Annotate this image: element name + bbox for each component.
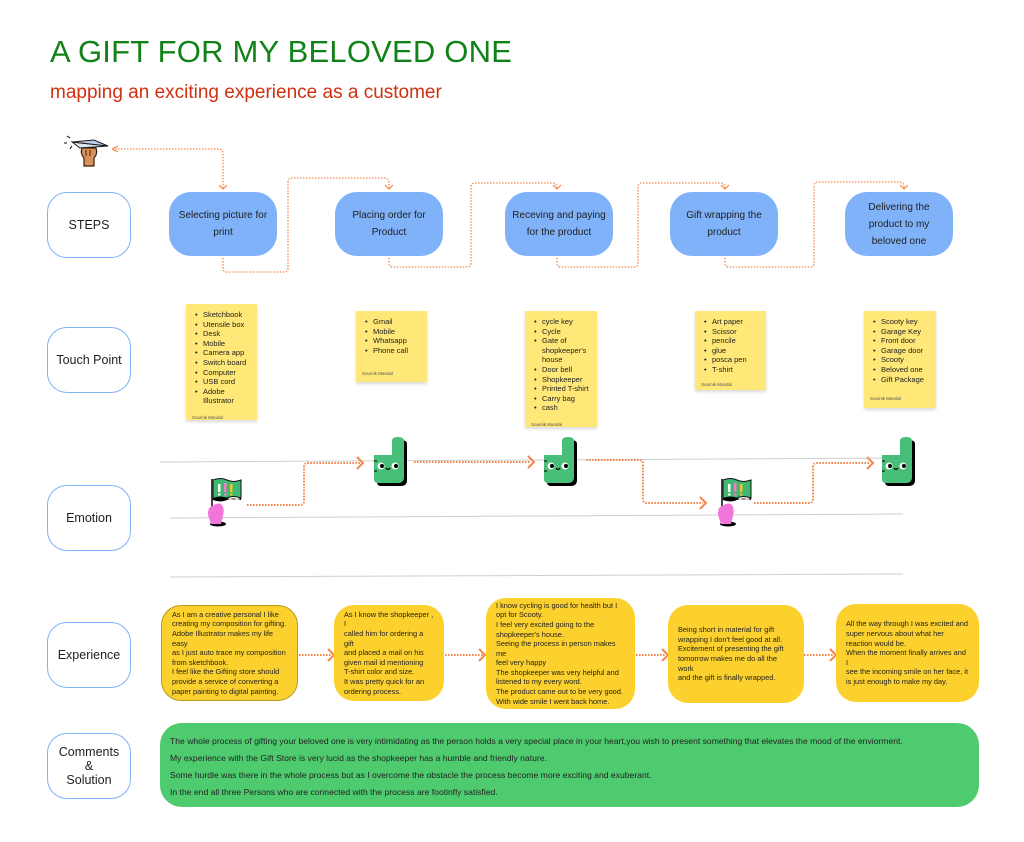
list-item: posca pen xyxy=(701,355,760,365)
comment-line: In the end all three Persons who are con… xyxy=(170,787,498,797)
touch-point-list: Sketchbook Utensile box Desk Mobile Came… xyxy=(192,310,251,406)
list-item: Scissor xyxy=(701,327,760,337)
list-item: Art paper xyxy=(701,317,760,327)
list-item: Beloved one xyxy=(870,365,930,375)
step-card[interactable]: Placing order for Product xyxy=(335,192,443,256)
touch-point-note[interactable]: cycle key Cycle Gate of shopkeeper's hou… xyxy=(525,311,597,427)
touch-point-list: cycle key Cycle Gate of shopkeeper's hou… xyxy=(531,317,591,413)
experience-card[interactable]: As I am a creative personal I like creat… xyxy=(161,605,298,701)
experience-card[interactable]: I know cycling is good for health but I … xyxy=(486,598,635,709)
connector-layer xyxy=(111,145,909,662)
thumbs-up-icon xyxy=(544,437,577,486)
comments-solution-panel: The whole process of gifting your belove… xyxy=(160,723,979,807)
paper-plane-hand-icon xyxy=(64,135,109,167)
list-item: Garage Key xyxy=(870,327,930,337)
list-item: cash xyxy=(531,403,591,413)
note-author: Soumik Mandal xyxy=(531,421,563,427)
touch-point-note[interactable]: Gmail Mobile Whatsapp Phone call Soumik … xyxy=(356,311,427,382)
comment-line: Some hurdle was there in the whole proce… xyxy=(170,770,652,780)
touch-point-list: Gmail Mobile Whatsapp Phone call xyxy=(362,317,421,355)
thumbs-up-icon xyxy=(374,437,407,486)
list-item: Switch board xyxy=(192,358,251,368)
emotion-connector-1-2 xyxy=(247,462,360,506)
step-card[interactable]: Gift wrapping the product xyxy=(670,192,778,256)
touch-point-list: Art paper Scissor pencile glue posca pen… xyxy=(701,317,760,375)
list-item: Desk xyxy=(192,329,251,339)
list-item: Scooty key xyxy=(870,317,930,327)
comment-line: My experience with the Gift Store is ver… xyxy=(170,753,547,763)
connector-start xyxy=(112,148,224,188)
row-label-steps: STEPS xyxy=(47,192,131,258)
list-item: Whatsapp xyxy=(362,336,421,346)
arrowhead-step1 xyxy=(218,184,228,190)
list-item: Mobile xyxy=(362,327,421,337)
note-author: Soumik Mandal xyxy=(192,414,224,420)
list-item: Mobile xyxy=(192,339,251,349)
touch-point-note[interactable]: Scooty key Garage Key Front door Garage … xyxy=(864,311,936,408)
list-item: Computer xyxy=(192,368,251,378)
emotion-line-low xyxy=(169,573,904,578)
list-item: Door bell xyxy=(531,365,591,375)
emotion-connector-3-4 xyxy=(586,459,703,504)
list-item: Camera app xyxy=(192,348,251,358)
list-item: Gate of shopkeeper's house xyxy=(531,336,591,365)
row-label-touch-point: Touch Point xyxy=(47,327,131,393)
list-item: Gift Package xyxy=(870,375,930,385)
list-item: Front door xyxy=(870,336,930,346)
list-item: cycle key xyxy=(531,317,591,327)
experience-card[interactable]: As I know the shopkeeper , I called him … xyxy=(334,605,444,701)
row-label-comments-solution: Comments & Solution xyxy=(47,733,131,799)
touch-point-list: Scooty key Garage Key Front door Garage … xyxy=(870,317,930,384)
step-card[interactable]: Delivering the product to my beloved one xyxy=(845,192,953,256)
emotion-line-mid xyxy=(169,513,904,519)
list-item: Gmail xyxy=(362,317,421,327)
row-label-experience: Experience xyxy=(47,622,131,688)
flag-hand-icon xyxy=(208,478,242,527)
experience-card[interactable]: Being short in material for gift wrappin… xyxy=(668,605,804,703)
note-author: Soumik Mandal xyxy=(870,396,902,402)
emotion-arrow-2 xyxy=(356,456,365,470)
list-item: USB cord xyxy=(192,377,251,387)
experience-card[interactable]: All the way through I was excited and su… xyxy=(836,604,979,702)
row-label-emotion: Emotion xyxy=(47,485,131,551)
list-item: T-shirt xyxy=(701,365,760,375)
note-author: Soumik Mandal xyxy=(701,381,733,387)
list-item: Scooty xyxy=(870,355,930,365)
list-item: Garage door xyxy=(870,346,930,356)
list-item: Cycle xyxy=(531,327,591,337)
touch-point-note[interactable]: Art paper Scissor pencile glue posca pen… xyxy=(695,311,766,390)
list-item: Adobe Illustrator xyxy=(192,387,251,406)
thumbs-up-icon xyxy=(882,437,915,486)
step-card[interactable]: Receving and paying for the product xyxy=(505,192,613,256)
flag-hand-icon xyxy=(718,478,752,527)
emotion-connector-4-5 xyxy=(754,462,870,504)
touch-point-note[interactable]: Sketchbook Utensile box Desk Mobile Came… xyxy=(186,304,257,420)
note-author: Soumik Mandal xyxy=(362,371,394,377)
step-card[interactable]: Selecting picture for print xyxy=(169,192,277,256)
list-item: Carry bag xyxy=(531,394,591,404)
comment-line: The whole process of gifting your belove… xyxy=(170,736,903,746)
list-item: Utensile box xyxy=(192,320,251,330)
list-item: Shopkeeper xyxy=(531,375,591,385)
list-item: Printed T-shirt xyxy=(531,384,591,394)
list-item: Phone call xyxy=(362,346,421,356)
list-item: pencile xyxy=(701,336,760,346)
list-item: Sketchbook xyxy=(192,310,251,320)
list-item: glue xyxy=(701,346,760,356)
